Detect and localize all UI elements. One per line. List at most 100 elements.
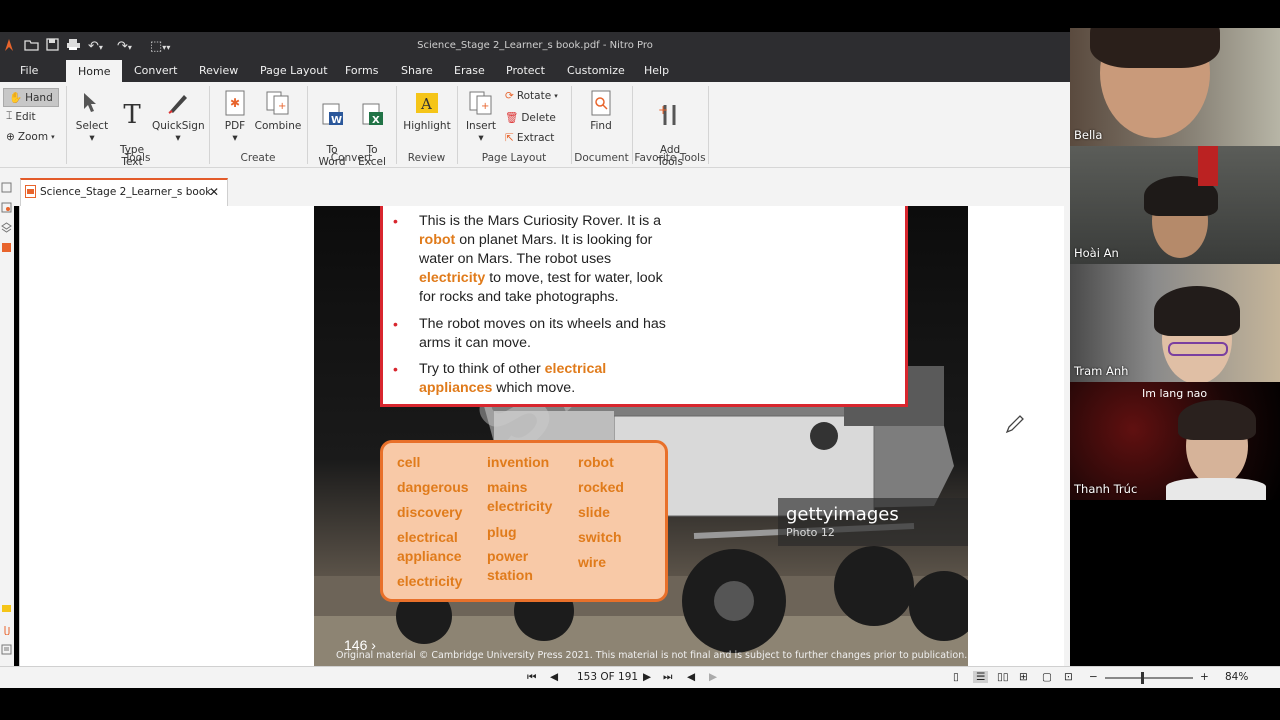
getty-photo-credit: Photo 12 xyxy=(786,526,835,539)
document-tab-strip: Science_Stage 2_Learner_s book ✕ xyxy=(0,168,1070,206)
participant-tile-4[interactable]: Im lang nao Thanh Trúc xyxy=(1070,382,1280,500)
participant-hair xyxy=(1154,286,1240,336)
group-favorite-label: Favorite Tools xyxy=(634,152,706,164)
participant-tile-2[interactable]: Hoài An xyxy=(1070,146,1280,264)
getty-brand: gettyimages xyxy=(786,504,899,525)
find-button[interactable]: Find xyxy=(584,90,618,132)
facing-continuous-icon[interactable]: ⊞ xyxy=(1019,671,1028,683)
vocab-word: mains electricity xyxy=(487,479,553,514)
vocab-word: electricity xyxy=(397,573,463,589)
attachment-clip-icon[interactable] xyxy=(1,624,12,635)
select-label: Select xyxy=(75,120,109,132)
bullet1-text-a: This is the Mars Curiosity Rover. It is … xyxy=(419,213,662,229)
attachments-panel-icon[interactable] xyxy=(1,242,12,253)
tab-home[interactable]: Home xyxy=(66,60,123,82)
bookmarks-panel-icon[interactable] xyxy=(1,202,12,213)
facing-view-icon[interactable]: ▯▯ xyxy=(997,671,1009,683)
forward-view-icon[interactable]: ▶ xyxy=(709,671,717,683)
extract-button[interactable]: ⇱ Extract xyxy=(505,132,554,144)
tab-convert[interactable]: Convert xyxy=(134,64,178,77)
overlay-caption: Im lang nao xyxy=(1142,387,1208,400)
svg-text:+: + xyxy=(481,101,489,112)
tab-page-layout[interactable]: Page Layout xyxy=(260,64,328,77)
hand-tool-button[interactable]: ✋ Hand xyxy=(3,88,59,107)
tab-help[interactable]: Help xyxy=(644,64,669,77)
tab-erase[interactable]: Erase xyxy=(454,64,485,77)
zoom-slider-handle[interactable] xyxy=(1141,672,1144,684)
glasses xyxy=(1168,342,1228,356)
ribbon-tabs: File Home Convert Review Page Layout For… xyxy=(0,60,1070,82)
bottom-black-band xyxy=(0,688,1280,720)
close-tab-icon[interactable]: ✕ xyxy=(209,185,219,199)
single-page-view-icon[interactable]: ▯ xyxy=(953,671,959,683)
layers-panel-icon[interactable] xyxy=(1,222,12,233)
participant-name: Bella xyxy=(1074,128,1103,142)
document-tab[interactable]: Science_Stage 2_Learner_s book ✕ xyxy=(20,178,228,206)
participant-name: Tram Anh xyxy=(1074,364,1129,378)
bullet-item-3: • Try to think of other electrical appli… xyxy=(393,360,667,398)
participant-hair xyxy=(1090,28,1220,68)
type-text-icon: T xyxy=(123,100,141,130)
output-panel-icon[interactable] xyxy=(1,644,12,655)
fit-width-icon[interactable]: ⊡ xyxy=(1064,671,1073,683)
select-cursor-icon xyxy=(79,90,105,116)
copyright-footer: Original material © Cambridge University… xyxy=(336,650,968,661)
group-document-label: Document xyxy=(574,152,629,164)
pdf-label: PDF xyxy=(224,120,246,132)
rotate-label: Rotate xyxy=(516,90,552,102)
pdf-button[interactable]: ✱ PDF ▾ xyxy=(218,90,252,144)
tab-customize[interactable]: Customize xyxy=(567,64,625,77)
fit-page-icon[interactable]: ▢ xyxy=(1042,671,1052,683)
insert-label: Insert xyxy=(465,120,497,132)
vocab-word: dangerous xyxy=(397,479,469,495)
back-view-icon[interactable]: ◀ xyxy=(687,671,695,683)
combine-button[interactable]: + Combine xyxy=(254,90,302,132)
keyword-electricity: electricity xyxy=(419,270,486,286)
tab-review[interactable]: Review xyxy=(199,64,238,77)
svg-text:✱: ✱ xyxy=(230,96,240,110)
svg-text:+: + xyxy=(278,101,286,112)
previous-page-icon[interactable]: ◀ xyxy=(550,671,558,683)
continuous-view-icon[interactable]: ☰ xyxy=(973,671,989,683)
vocab-word: plug xyxy=(487,524,517,540)
first-page-icon[interactable]: ⏮ xyxy=(527,671,536,684)
zoom-slider[interactable] xyxy=(1105,672,1193,684)
find-label: Find xyxy=(590,120,612,132)
zoom-out-icon[interactable]: − xyxy=(1089,671,1098,683)
edit-tool-button[interactable]: ⌶ Edit xyxy=(6,110,36,123)
next-page-icon[interactable]: ▶ xyxy=(643,671,651,683)
delete-label: Delete xyxy=(521,111,556,124)
rotate-button[interactable]: ⟳ Rotate ▾ xyxy=(505,90,558,102)
edit-label: Edit xyxy=(15,110,36,123)
bullet-item-2: • The robot moves on its wheels and has … xyxy=(393,315,667,353)
zoom-in-icon[interactable]: + xyxy=(1200,671,1209,683)
svg-text:X: X xyxy=(372,115,380,126)
pages-panel-icon[interactable] xyxy=(1,182,12,193)
tab-forms[interactable]: Forms xyxy=(345,64,378,77)
participant-tile-1[interactable]: Bella xyxy=(1070,28,1280,146)
vocab-word: rocked xyxy=(578,479,624,495)
comments-panel-icon[interactable] xyxy=(1,604,12,615)
delete-button[interactable]: 🗑 Delete xyxy=(505,111,556,125)
highlight-button[interactable]: A Highlight xyxy=(400,90,454,132)
vocab-word: discovery xyxy=(397,504,463,520)
quicksign-button[interactable]: QuickSign ▾ xyxy=(152,90,205,144)
tab-protect[interactable]: Protect xyxy=(506,64,545,77)
vocab-word: cell xyxy=(397,454,421,470)
select-button[interactable]: Select ▾ xyxy=(74,90,110,144)
zoom-icon: ⊕ xyxy=(6,131,15,143)
group-tools-label: Tools xyxy=(124,152,151,164)
bullet3-text-b: which move. xyxy=(492,380,576,396)
insert-button[interactable]: + Insert ▾ xyxy=(462,90,500,144)
bullet-icon: • xyxy=(393,213,398,229)
tab-share[interactable]: Share xyxy=(401,64,433,77)
participant-tile-3[interactable]: Tram Anh xyxy=(1070,264,1280,382)
tab-file[interactable]: File xyxy=(20,64,38,77)
bullet-icon: • xyxy=(393,316,398,332)
tools-icon: + xyxy=(657,102,683,128)
zoom-level[interactable]: 84% xyxy=(1225,671,1248,683)
separator xyxy=(708,86,709,164)
zoom-tool-button[interactable]: ⊕ Zoom ▾ xyxy=(6,131,55,143)
last-page-icon[interactable]: ⏭ xyxy=(663,671,672,684)
page-indicator[interactable]: 153 OF 191 xyxy=(577,671,638,683)
